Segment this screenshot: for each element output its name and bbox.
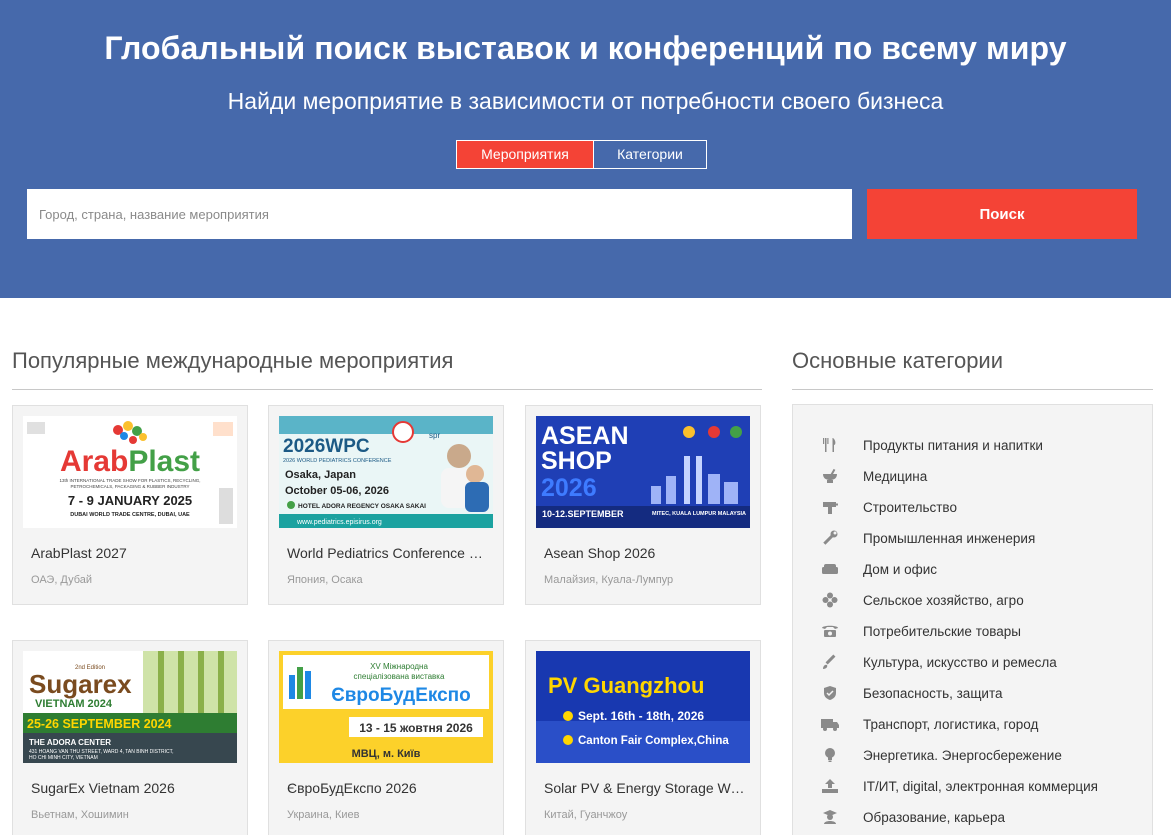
category-food[interactable]: Продукты питания и напитки	[820, 434, 1043, 456]
event-card-asean-shop[interactable]: ASEAN SHOP 2026 10-12.SEPTEMBER MITEC, K…	[525, 405, 761, 605]
event-card-arabplast[interactable]: ArabPlast 13th INTERNATIONAL TRADE SHOW …	[12, 405, 248, 605]
flower-icon	[820, 590, 840, 610]
search-mode-tabs: Мероприятия Категории	[456, 140, 707, 169]
event-banner-wpc: 2026WPC 2026 WORLD PEDIATRICS CONFERENCE…	[279, 416, 493, 528]
tab-categories[interactable]: Категории	[594, 140, 707, 169]
banner-logo: 2026WPC	[283, 436, 370, 457]
svg-text:ASEAN: ASEAN	[541, 422, 629, 450]
search-input[interactable]	[27, 189, 852, 239]
event-location: ОАЭ, Дубай	[31, 574, 93, 586]
category-construction[interactable]: Строительство	[820, 496, 957, 518]
shield-icon	[820, 683, 840, 703]
category-energy[interactable]: Энергетика. Энергосбережение	[820, 744, 1062, 766]
svg-text:spr: spr	[429, 431, 440, 440]
hero-title: Глобальный поиск выставок и конференций …	[104, 30, 1067, 66]
event-location: Китай, Гуанчжоу	[544, 809, 628, 821]
category-consumer-goods[interactable]: Потребительские товары	[820, 620, 1021, 642]
svg-text:VIETNAM 2024: VIETNAM 2024	[35, 698, 113, 710]
event-name[interactable]: Solar PV & Energy Storage World Expo 202…	[544, 780, 746, 796]
svg-text:Sugarex: Sugarex	[29, 669, 132, 699]
svg-text:Osaka, Japan: Osaka, Japan	[285, 469, 356, 481]
svg-text:Sept. 16th - 18th, 2026: Sept. 16th - 18th, 2026	[578, 709, 704, 723]
svg-text:www.pediatrics.episirus.org: www.pediatrics.episirus.org	[296, 519, 382, 526]
event-name[interactable]: World Pediatrics Conference 2026	[287, 545, 489, 561]
hero-banner: Глобальный поиск выставок и конференций …	[0, 0, 1171, 298]
category-security[interactable]: Безопасность, защита	[820, 682, 1003, 704]
category-agriculture[interactable]: Сельское хозяйство, агро	[820, 589, 1024, 611]
event-card-eurobudexpo[interactable]: XV Міжнародна спеціалізована виставка Єв…	[268, 640, 504, 835]
svg-text:ArabPlast: ArabPlast	[60, 445, 200, 478]
banner-venue: DUBAI WORLD TRADE CENTRE, DUBAI, UAE	[70, 512, 190, 518]
phone-icon	[820, 621, 840, 641]
truck-icon	[820, 714, 840, 734]
events-divider	[12, 389, 762, 390]
svg-text:PV Guangzhou: PV Guangzhou	[548, 673, 704, 698]
event-location: Украина, Киев	[287, 809, 360, 821]
event-location: Вьетнам, Хошимин	[31, 809, 129, 821]
category-medicine[interactable]: Медицина	[820, 465, 927, 487]
sofa-icon	[820, 559, 840, 579]
svg-text:2026 WORLD PEDIATRICS CONFEREN: 2026 WORLD PEDIATRICS CONFERENCE	[283, 458, 392, 464]
event-location: Малайзия, Куала-Лумпур	[544, 574, 674, 586]
brush-icon	[820, 652, 840, 672]
upload-icon	[820, 776, 840, 796]
tab-events[interactable]: Мероприятия	[456, 140, 594, 169]
category-it[interactable]: IT/ИТ, digital, электронная коммерция	[820, 775, 1098, 797]
svg-text:10-12.SEPTEMBER: 10-12.SEPTEMBER	[542, 509, 624, 519]
event-card-wpc[interactable]: 2026WPC 2026 WORLD PEDIATRICS CONFERENCE…	[268, 405, 504, 605]
banner-dates: 7 - 9 JANUARY 2025	[68, 493, 192, 508]
svg-text:October 05-06, 2026: October 05-06, 2026	[285, 485, 389, 497]
svg-text:HOTEL ADORA REGENCY OSAKA SAKA: HOTEL ADORA REGENCY OSAKA SAKAI	[298, 503, 426, 510]
svg-text:THE ADORA CENTER: THE ADORA CENTER	[29, 738, 111, 747]
event-card-sugarex[interactable]: Sugarex 2nd Edition VIETNAM 2024 25-26 S…	[12, 640, 248, 835]
categories-divider	[792, 389, 1153, 390]
bulb-icon	[820, 745, 840, 765]
svg-text:PETROCHEMICALS, PACKAGING & RU: PETROCHEMICALS, PACKAGING & RUBBER INDUS…	[70, 484, 189, 489]
categories-list: Продукты питания и напитки Медицина Стро…	[792, 404, 1153, 835]
svg-text:HO CHI MINH CITY, VIETNAM: HO CHI MINH CITY, VIETNAM	[29, 755, 98, 761]
mortar-icon	[820, 466, 840, 486]
search-button[interactable]: Поиск	[867, 189, 1137, 239]
category-transport[interactable]: Транспорт, логистика, город	[820, 713, 1038, 735]
events-section-title: Популярные международные мероприятия	[12, 348, 454, 373]
event-banner-pv-guangzhou: PV Guangzhou Sept. 16th - 18th, 2026 Can…	[536, 651, 750, 763]
event-banner-asean-shop: ASEAN SHOP 2026 10-12.SEPTEMBER MITEC, K…	[536, 416, 750, 528]
svg-text:МВЦ, м. Київ: МВЦ, м. Київ	[352, 748, 421, 760]
svg-text:XV Міжнародна: XV Міжнародна	[370, 662, 428, 671]
event-card-pv-guangzhou[interactable]: PV Guangzhou Sept. 16th - 18th, 2026 Can…	[525, 640, 761, 835]
event-banner-arabplast: ArabPlast 13th INTERNATIONAL TRADE SHOW …	[23, 416, 237, 528]
cutlery-icon	[820, 435, 840, 455]
svg-text:SHOP: SHOP	[541, 447, 612, 475]
svg-text:ЄвроБудЕкспо: ЄвроБудЕкспо	[331, 685, 471, 706]
event-banner-sugarex: Sugarex 2nd Edition VIETNAM 2024 25-26 S…	[23, 651, 237, 763]
svg-text:25-26 SEPTEMBER 2024: 25-26 SEPTEMBER 2024	[27, 717, 172, 731]
svg-text:2026: 2026	[541, 474, 597, 502]
drill-icon	[820, 497, 840, 517]
event-location: Япония, Осака	[287, 574, 363, 586]
event-name[interactable]: ЄвроБудЕкспо 2026	[287, 780, 489, 796]
event-name[interactable]: SugarEx Vietnam 2026	[31, 780, 233, 796]
category-industrial-engineering[interactable]: Промышленная инженерия	[820, 527, 1035, 549]
svg-text:13th INTERNATIONAL TRADE SHOW: 13th INTERNATIONAL TRADE SHOW FOR PLASTI…	[60, 478, 201, 483]
event-banner-eurobudexpo: XV Міжнародна спеціалізована виставка Єв…	[279, 651, 493, 763]
graduate-icon	[820, 807, 840, 827]
category-culture-art[interactable]: Культура, искусство и ремесла	[820, 651, 1057, 673]
event-name[interactable]: Asean Shop 2026	[544, 545, 746, 561]
event-name[interactable]: ArabPlast 2027	[31, 545, 233, 561]
svg-text:Canton Fair Complex,China: Canton Fair Complex,China	[578, 735, 729, 747]
hero-subtitle: Найди мероприятие в зависимости от потре…	[227, 88, 944, 114]
svg-text:2nd Edition: 2nd Edition	[75, 665, 105, 671]
svg-text:спеціалізована виставка: спеціалізована виставка	[354, 672, 445, 681]
category-education[interactable]: Образование, карьера	[820, 806, 1005, 828]
categories-section-title: Основные категории	[792, 348, 1004, 373]
svg-text:MITEC, KUALA LUMPUR MALAYSIA: MITEC, KUALA LUMPUR MALAYSIA	[652, 511, 746, 517]
category-home-office[interactable]: Дом и офис	[820, 558, 937, 580]
wrench-icon	[820, 528, 840, 548]
svg-text:13 - 15 жовтня 2026: 13 - 15 жовтня 2026	[359, 721, 473, 735]
